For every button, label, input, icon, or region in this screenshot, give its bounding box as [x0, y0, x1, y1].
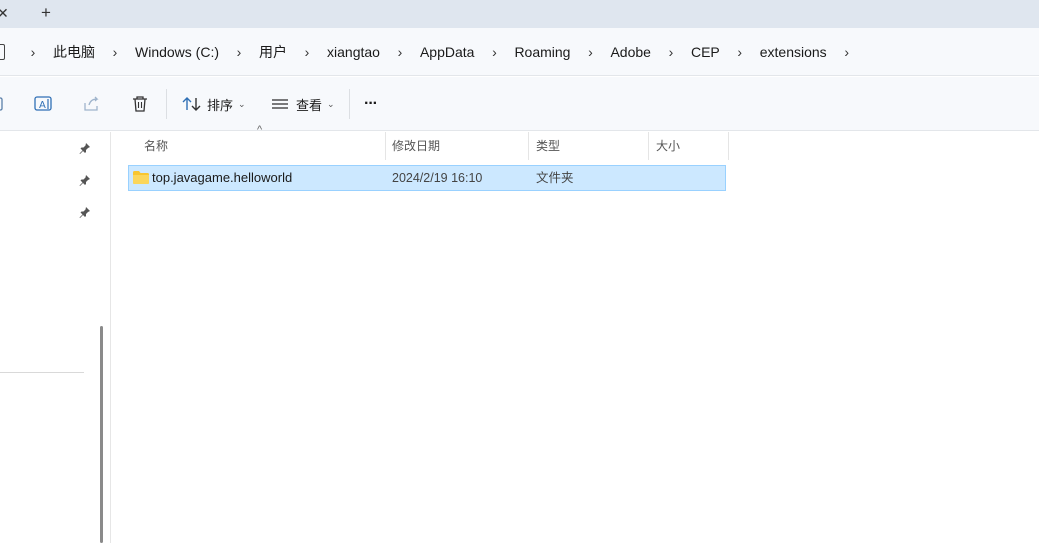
- breadcrumb-separator[interactable]: ›: [101, 44, 129, 60]
- pin-icon[interactable]: [79, 174, 91, 186]
- computer-icon[interactable]: [0, 44, 5, 60]
- copy-button[interactable]: [0, 77, 6, 131]
- breadcrumb-item-cep[interactable]: CEP: [685, 44, 726, 60]
- rename-icon: A: [34, 96, 52, 111]
- chevron-down-icon: ⌄: [327, 98, 335, 109]
- breadcrumb-separator[interactable]: ›: [386, 44, 414, 60]
- copy-icon: [0, 97, 3, 111]
- rename-button[interactable]: A: [34, 77, 54, 131]
- chevron-down-icon: ⌄: [238, 98, 246, 109]
- breadcrumb-separator[interactable]: ›: [833, 44, 861, 60]
- breadcrumb-separator[interactable]: ›: [726, 44, 754, 60]
- pin-icon[interactable]: [79, 142, 91, 154]
- breadcrumb-separator[interactable]: ›: [480, 44, 508, 60]
- toolbar-divider: [166, 89, 167, 119]
- breadcrumb-separator[interactable]: ›: [576, 44, 604, 60]
- breadcrumb-item-users[interactable]: 用户: [253, 42, 293, 62]
- pin-icon[interactable]: [79, 206, 91, 218]
- address-bar: › 此电脑 › Windows (C:) › 用户 › xiangtao › A…: [0, 28, 1039, 76]
- folder-icon: [133, 171, 149, 184]
- file-row[interactable]: top.javagame.helloworld 2024/2/19 16:10 …: [128, 165, 726, 191]
- breadcrumb-item-adobe[interactable]: Adobe: [604, 44, 656, 60]
- breadcrumb-item-extensions[interactable]: extensions: [754, 44, 833, 60]
- file-type: 文件夹: [536, 171, 574, 185]
- breadcrumb-separator[interactable]: ›: [657, 44, 685, 60]
- nav-scrollbar[interactable]: [100, 326, 103, 543]
- share-icon: [84, 96, 99, 111]
- breadcrumb-separator[interactable]: ›: [19, 44, 47, 60]
- delete-button[interactable]: [131, 77, 149, 131]
- command-bar: A 排序 ⌄ 查看 ⌄ ···: [0, 77, 1039, 131]
- breadcrumb-item-drive-c[interactable]: Windows (C:): [129, 44, 225, 60]
- view-label: 查看: [296, 97, 323, 113]
- breadcrumb-separator[interactable]: ›: [293, 44, 321, 60]
- close-tab-icon[interactable]: ✕: [0, 5, 9, 22]
- svg-text:A: A: [39, 100, 46, 111]
- sort-button[interactable]: 排序 ⌄: [182, 77, 246, 131]
- nav-divider: [0, 372, 84, 373]
- new-tab-button[interactable]: +: [37, 3, 55, 23]
- trash-icon: [133, 96, 147, 112]
- toolbar-divider: [349, 89, 350, 119]
- breadcrumb-item-this-pc[interactable]: 此电脑: [47, 42, 101, 62]
- tab-strip: ✕ +: [0, 0, 1039, 28]
- column-header-type[interactable]: 类型: [528, 132, 649, 160]
- list-view-icon: [272, 99, 288, 109]
- breadcrumb-separator[interactable]: ›: [225, 44, 253, 60]
- column-header-name[interactable]: 名称: [136, 132, 386, 160]
- sort-label: 排序: [207, 97, 234, 113]
- navigation-pane: [0, 132, 96, 543]
- more-options-button[interactable]: ···: [364, 77, 378, 131]
- pane-splitter[interactable]: [110, 132, 111, 543]
- breadcrumb-item-appdata[interactable]: AppData: [414, 44, 480, 60]
- column-header-modified[interactable]: 修改日期: [384, 132, 529, 160]
- column-header-size[interactable]: 大小: [648, 132, 729, 160]
- file-modified: 2024/2/19 16:10: [392, 171, 483, 185]
- breadcrumb-item-user[interactable]: xiangtao: [321, 44, 386, 60]
- breadcrumb-item-roaming[interactable]: Roaming: [508, 44, 576, 60]
- breadcrumb: › 此电脑 › Windows (C:) › 用户 › xiangtao › A…: [0, 28, 861, 76]
- share-button[interactable]: [83, 77, 101, 131]
- file-name: top.javagame.helloworld: [152, 170, 293, 185]
- file-explorer-window: ✕ + › 此电脑 › Windows (C:) › 用户 › xiangtao…: [0, 0, 1039, 543]
- sort-icon: [182, 97, 201, 111]
- view-button[interactable]: 查看 ⌄: [271, 77, 335, 131]
